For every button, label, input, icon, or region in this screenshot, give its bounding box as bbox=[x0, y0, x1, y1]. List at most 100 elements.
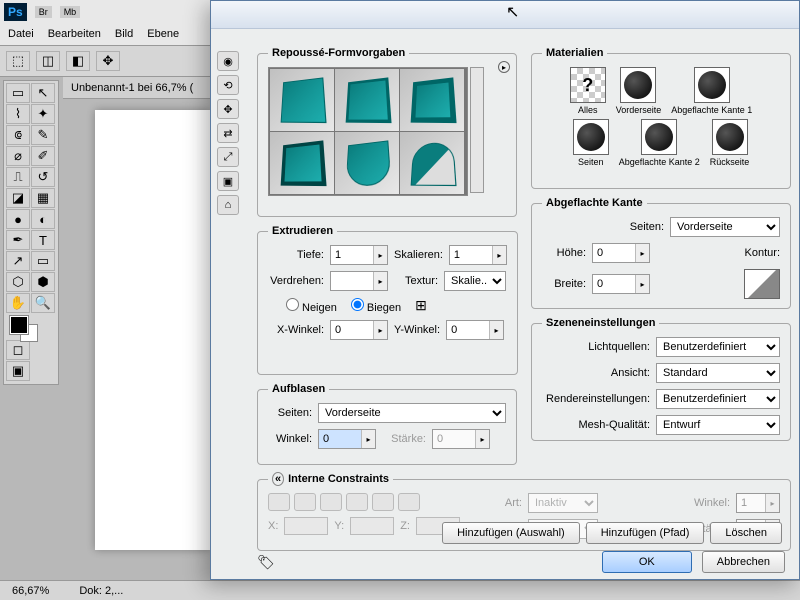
tilt-radio[interactable]: Neigen bbox=[286, 298, 337, 314]
ic-tool-icon[interactable] bbox=[372, 493, 394, 511]
ic-tool-icon[interactable] bbox=[268, 493, 290, 511]
bridge-icon[interactable]: Br bbox=[35, 6, 52, 18]
tag-icon[interactable]: 🏷 bbox=[257, 554, 275, 571]
menubar: Datei Bearbeiten Bild Ebene bbox=[0, 23, 210, 45]
zoom-tool[interactable]: 🔍 bbox=[31, 293, 55, 313]
ic-tool-icon[interactable] bbox=[346, 493, 368, 511]
opt-icon[interactable]: ✥ bbox=[96, 51, 120, 71]
add-path-button[interactable]: Hinzufügen (Pfad) bbox=[586, 522, 705, 544]
wand-tool[interactable]: ✦ bbox=[31, 104, 55, 124]
canvas[interactable] bbox=[95, 110, 210, 550]
cancel-button[interactable]: Abbrechen bbox=[702, 551, 785, 573]
home-tool-icon[interactable]: ⌂ bbox=[217, 195, 239, 215]
lasso-tool[interactable]: ⌇ bbox=[6, 104, 30, 124]
bevel-height-input[interactable]: ▸ bbox=[592, 243, 650, 263]
dodge-tool[interactable]: ◐ bbox=[31, 209, 55, 229]
type-tool[interactable]: T bbox=[31, 230, 55, 250]
3d-cam-tool[interactable]: ⬢ bbox=[31, 272, 55, 292]
screenmode[interactable]: ▣ bbox=[6, 361, 30, 381]
pen-tool[interactable]: ✒ bbox=[6, 230, 30, 250]
eyedropper-tool[interactable]: ✎ bbox=[31, 125, 55, 145]
lights-select[interactable]: Benutzerdefiniert bbox=[656, 337, 780, 357]
move-tool[interactable]: ▭ bbox=[6, 83, 30, 103]
document-tab[interactable]: Unbenannt-1 bei 66,7% ( bbox=[63, 77, 213, 99]
inflate-strength-label: Stärke: bbox=[382, 433, 426, 445]
texture-select[interactable]: Skalie... bbox=[444, 271, 506, 291]
material-back[interactable]: Rückseite bbox=[710, 119, 750, 167]
3d-tool[interactable]: ⬡ bbox=[6, 272, 30, 292]
inflate-sides-select[interactable]: Vorderseite bbox=[318, 403, 506, 423]
cube-tool-icon[interactable]: ▣ bbox=[217, 171, 239, 191]
ok-button[interactable]: OK bbox=[602, 551, 692, 573]
stamp-tool[interactable]: ⎍ bbox=[6, 167, 30, 187]
menu-layer[interactable]: Ebene bbox=[147, 28, 179, 40]
material-front[interactable]: Vorderseite bbox=[616, 67, 662, 115]
opt-icon[interactable]: ◫ bbox=[36, 51, 60, 71]
delete-button[interactable]: Löschen bbox=[710, 522, 782, 544]
render-select[interactable]: Benutzerdefiniert bbox=[656, 389, 780, 409]
twist-input[interactable]: ▸ bbox=[330, 271, 388, 291]
zoom-level[interactable]: 66,67% bbox=[12, 585, 49, 597]
marquee-tool[interactable]: ↖ bbox=[31, 83, 55, 103]
blur-tool[interactable]: ● bbox=[6, 209, 30, 229]
color-swatches[interactable] bbox=[6, 314, 56, 340]
slide-tool-icon[interactable]: ⇄ bbox=[217, 123, 239, 143]
brush-tool[interactable]: ✐ bbox=[31, 146, 55, 166]
presets-flyout-icon[interactable]: ▸ bbox=[498, 61, 510, 73]
preset-thumb[interactable] bbox=[400, 132, 464, 194]
minibridge-icon[interactable]: Mb bbox=[60, 6, 81, 18]
menu-image[interactable]: Bild bbox=[115, 28, 133, 40]
mesh-select[interactable]: Entwurf bbox=[656, 415, 780, 435]
ic-tool-icon[interactable] bbox=[320, 493, 342, 511]
pan-tool-icon[interactable]: ✥ bbox=[217, 99, 239, 119]
contour-picker[interactable] bbox=[744, 269, 780, 299]
extrude-fieldset: Extrudieren Tiefe: ▸ Skalieren: ▸ Verdre… bbox=[257, 225, 518, 375]
scale-tool-icon[interactable]: ⤢ bbox=[217, 147, 239, 167]
bend-radio[interactable]: Biegen bbox=[351, 298, 401, 314]
ic-tool-icon[interactable] bbox=[398, 493, 420, 511]
roll-tool-icon[interactable]: ⟲ bbox=[217, 75, 239, 95]
menu-edit[interactable]: Bearbeiten bbox=[48, 28, 101, 40]
rotate-tool-icon[interactable]: ◉ bbox=[217, 51, 239, 71]
xangle-label: X-Winkel: bbox=[268, 324, 324, 336]
yangle-input[interactable]: ▸ bbox=[446, 320, 504, 340]
dialog-left-tools: ◉ ⟲ ✥ ⇄ ⤢ ▣ ⌂ bbox=[217, 51, 241, 215]
history-brush[interactable]: ↺ bbox=[31, 167, 55, 187]
gradient-tool[interactable]: ▦ bbox=[31, 188, 55, 208]
path-tool[interactable]: ↗ bbox=[6, 251, 30, 271]
shape-tool[interactable]: ▭ bbox=[31, 251, 55, 271]
preset-thumb[interactable] bbox=[400, 69, 464, 131]
presets-grid bbox=[268, 67, 468, 196]
presets-scrollbar[interactable] bbox=[470, 67, 484, 193]
opt-icon[interactable]: ◧ bbox=[66, 51, 90, 71]
bevel-width-input[interactable]: ▸ bbox=[592, 274, 650, 294]
material-all[interactable]: ?Alles bbox=[570, 67, 606, 115]
preset-thumb[interactable] bbox=[335, 69, 399, 131]
hand-tool[interactable]: ✋ bbox=[6, 293, 30, 313]
dialog-titlebar[interactable] bbox=[211, 1, 799, 29]
scale-input[interactable]: ▸ bbox=[449, 245, 507, 265]
heal-tool[interactable]: ⌀ bbox=[6, 146, 30, 166]
preset-thumb[interactable] bbox=[270, 69, 334, 131]
add-selection-button[interactable]: Hinzufügen (Auswahl) bbox=[442, 522, 580, 544]
doc-status: Dok: 2,... bbox=[79, 585, 123, 597]
pattern-icon[interactable]: ⊞ bbox=[415, 297, 427, 314]
material-bevel1[interactable]: Abgeflachte Kante 1 bbox=[671, 67, 752, 115]
crop-tool[interactable]: ⟃ bbox=[6, 125, 30, 145]
bevel-sides-select[interactable]: Vorderseite bbox=[670, 217, 780, 237]
preset-thumb[interactable] bbox=[335, 132, 399, 194]
preset-thumb[interactable] bbox=[270, 132, 334, 194]
ic-tool-icon[interactable] bbox=[294, 493, 316, 511]
view-select[interactable]: Standard bbox=[656, 363, 780, 383]
eraser-tool[interactable]: ◪ bbox=[6, 188, 30, 208]
menu-file[interactable]: Datei bbox=[8, 28, 34, 40]
inflate-angle-input[interactable]: ▸ bbox=[318, 429, 376, 449]
quickmask[interactable]: ◻ bbox=[6, 340, 30, 360]
material-sides[interactable]: Seiten bbox=[573, 119, 609, 167]
inflate-legend: Aufblasen bbox=[268, 383, 329, 395]
tool-icon[interactable]: ⬚ bbox=[6, 51, 30, 71]
material-bevel2[interactable]: Abgeflachte Kante 2 bbox=[619, 119, 700, 167]
xangle-input[interactable]: ▸ bbox=[330, 320, 388, 340]
depth-input[interactable]: ▸ bbox=[330, 245, 388, 265]
lights-label: Lichtquellen: bbox=[542, 341, 650, 353]
